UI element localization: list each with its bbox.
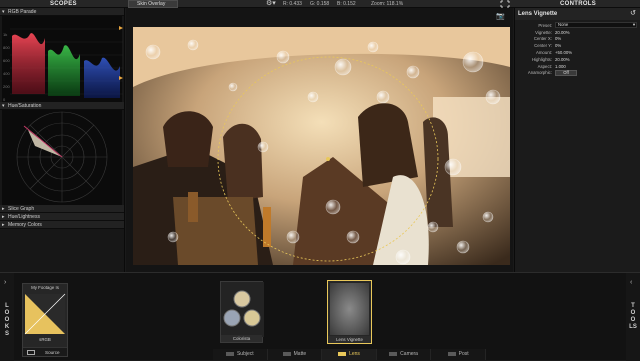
controls-title: CONTROLS xyxy=(560,1,597,7)
chevron-right-icon: › xyxy=(4,279,7,286)
image-viewer[interactable]: 📷 xyxy=(126,8,513,272)
nav-lens[interactable]: Lens xyxy=(322,349,377,360)
skin-overlay-button[interactable]: Skin Overlay xyxy=(128,0,178,8)
param-value[interactable]: 0% xyxy=(555,43,561,48)
nav-label: Subject xyxy=(236,351,254,357)
tools-tab[interactable]: ‹ TOOLS xyxy=(626,273,640,361)
lens-icon xyxy=(338,351,347,356)
anamorphic-row: Anamorphic: Off xyxy=(515,70,640,77)
camera-icon xyxy=(389,351,398,356)
nav-label: Post xyxy=(458,351,469,357)
top-bar: SCOPES Skin Overlay ⚙▾ R: 0.433 G: 0.158… xyxy=(0,0,640,8)
nav-matte[interactable]: Matte xyxy=(267,349,323,360)
param-value[interactable]: 20.00% xyxy=(555,30,570,35)
chevron-left-icon: ‹ xyxy=(630,279,633,286)
param-label: Amount: xyxy=(535,50,552,56)
looks-text: LOOKS xyxy=(4,303,10,337)
preview-image[interactable] xyxy=(133,27,510,265)
nav-label: Camera xyxy=(400,351,418,357)
monitor-icon xyxy=(27,349,35,355)
matte-icon xyxy=(282,351,291,356)
nav-label: Lens xyxy=(349,351,360,357)
footage-swatch xyxy=(24,293,66,335)
tools-text: TOOLS xyxy=(629,303,637,330)
param-label: Center Y: xyxy=(534,43,552,49)
effect-title: Lens Vignette xyxy=(518,11,558,17)
param-label: Vignette: xyxy=(535,29,552,35)
param-row[interactable]: Highlights: 20.00% xyxy=(515,56,640,63)
lens-vignette-thumbnail xyxy=(330,283,369,335)
looks-tab[interactable]: › LOOKS xyxy=(0,273,14,361)
slice-graph-header[interactable]: Slice Graph xyxy=(0,205,124,213)
nav-post[interactable]: Post xyxy=(431,349,486,360)
param-row[interactable]: Center Y: 0% xyxy=(515,42,640,49)
param-value[interactable]: 20.00% xyxy=(555,57,570,62)
source-label: Source xyxy=(45,349,60,355)
tools-label: TOOLS xyxy=(629,303,637,331)
green-readout: G: 0.158 xyxy=(310,1,330,7)
camera-icon[interactable]: 📷 xyxy=(496,12,505,20)
footage-card[interactable]: My Footage Is sRGB Source xyxy=(22,283,68,357)
subject-icon xyxy=(225,351,234,356)
preset-label: Preset: xyxy=(538,22,552,28)
preset-dropdown[interactable]: None xyxy=(555,22,637,29)
nav-subject[interactable]: Subject xyxy=(213,349,268,360)
param-label: Highlights: xyxy=(531,56,552,62)
anamorphic-label: Anamorphic: xyxy=(527,70,552,76)
hue-lightness-header[interactable]: Hue/Lightness xyxy=(0,213,124,221)
blue-readout: B: 0.152 xyxy=(337,1,356,7)
looks-label: LOOKS xyxy=(3,303,11,338)
lens-vignette-card[interactable]: Lens Vignette xyxy=(327,280,372,344)
lens-vignette-caption: Lens Vignette xyxy=(328,336,371,343)
gear-icon[interactable]: ⚙▾ xyxy=(266,0,276,7)
colorista-caption: Colorista xyxy=(221,335,262,342)
anamorphic-toggle[interactable]: Off xyxy=(555,70,577,76)
preset-row: Preset: None xyxy=(515,22,640,29)
memory-colors-header[interactable]: Memory Colors xyxy=(0,221,124,229)
category-nav: Subject Matte Lens Camera Post xyxy=(213,349,486,360)
param-row[interactable]: Aspect: 1.000 xyxy=(515,63,640,70)
param-row[interactable]: Amount: +50.00% xyxy=(515,49,640,56)
footage-sub: sRGB xyxy=(39,337,51,342)
param-label: Aspect: xyxy=(537,63,552,69)
param-value[interactable]: 1.000 xyxy=(555,64,566,69)
param-label: Center X: xyxy=(533,36,552,42)
rgb-parade-header[interactable]: RGB Parade xyxy=(0,8,124,16)
bottom-panel: › LOOKS My Footage Is sRGB Source Colori… xyxy=(0,272,640,361)
footage-title: My Footage Is xyxy=(31,285,59,290)
scopes-title: SCOPES xyxy=(50,1,77,7)
nav-camera[interactable]: Camera xyxy=(376,349,432,360)
reset-icon[interactable]: ↺ xyxy=(630,8,636,20)
param-value[interactable]: +50.00% xyxy=(555,50,572,55)
param-row[interactable]: Center X: 0% xyxy=(515,36,640,43)
red-readout: R: 0.433 xyxy=(283,1,302,7)
fit-view-icon[interactable] xyxy=(499,0,511,8)
colorista-thumbnail xyxy=(221,282,264,337)
controls-header: Lens Vignette ↺ xyxy=(515,8,640,20)
rgb-parade-scope: 1k 800 600 400 200 0 xyxy=(2,16,123,102)
param-row[interactable]: Vignette: 20.00% xyxy=(515,29,640,36)
colorista-card[interactable]: Colorista xyxy=(220,281,264,343)
hue-saturation-header[interactable]: Hue/Saturation xyxy=(0,102,124,110)
param-value[interactable]: 0% xyxy=(555,36,561,41)
controls-panel: Lens Vignette ↺ Preset: None Vignette: 2… xyxy=(514,8,640,272)
hue-saturation-scope xyxy=(2,110,122,205)
post-icon xyxy=(447,351,456,356)
scopes-panel: RGB Parade 1k 800 600 400 200 0 Hue/S xyxy=(0,8,125,272)
source-bar[interactable]: Source xyxy=(23,347,67,356)
nav-label: Matte xyxy=(293,351,307,357)
zoom-readout: Zoom: 118.1% xyxy=(371,1,404,7)
